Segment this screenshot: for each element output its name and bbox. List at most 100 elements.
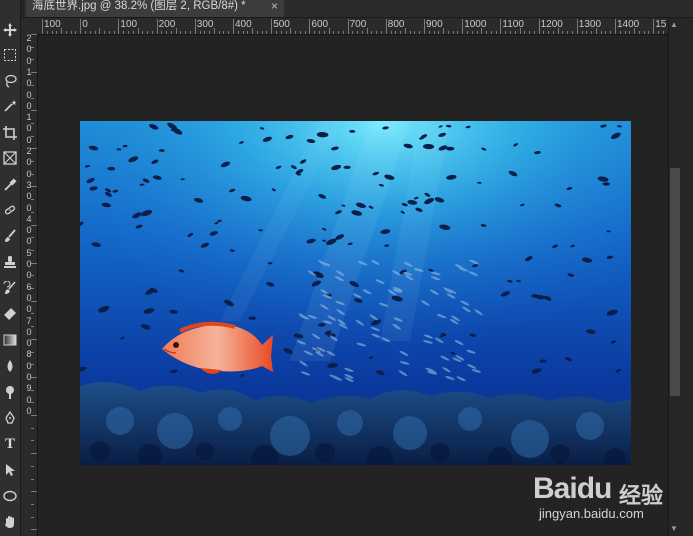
marquee-tool-icon[interactable]	[1, 46, 19, 64]
ruler-minor-tick	[457, 31, 459, 34]
ruler-minor-tick	[414, 31, 416, 34]
ruler-minor-tick	[648, 31, 650, 34]
ruler-label: 100	[44, 19, 61, 30]
ruler-major-tick	[80, 19, 82, 34]
frame-tool-icon[interactable]	[1, 149, 19, 167]
close-icon[interactable]: ×	[271, 0, 278, 13]
lasso-tool-icon[interactable]	[1, 72, 19, 90]
ruler-major-tick	[271, 19, 273, 34]
ruler-label: 0	[26, 123, 32, 134]
ruler-minor-tick	[552, 31, 554, 34]
pen-tool-icon[interactable]	[1, 409, 19, 427]
move-tool-icon[interactable]	[1, 21, 19, 39]
ruler-major-tick	[118, 19, 120, 34]
ruler-minor-tick	[228, 31, 230, 34]
document-tab[interactable]: 海底世界.jpg @ 38.2% (图层 2, RGB/8#) * ×	[26, 0, 284, 17]
ruler-minor-tick	[199, 31, 201, 34]
scroll-up-icon[interactable]: ▲	[670, 20, 678, 29]
ruler-minor-tick	[562, 31, 564, 34]
ruler-tick	[31, 97, 34, 99]
ruler-minor-tick	[51, 31, 53, 34]
ruler-minor-tick	[323, 31, 325, 34]
ruler-minor-tick	[452, 31, 454, 34]
ruler-minor-tick	[314, 31, 316, 34]
ruler-label: 0	[26, 338, 32, 349]
healing-brush-tool-icon[interactable]	[1, 201, 19, 219]
ruler-minor-tick	[318, 31, 320, 34]
ruler-label: 0	[26, 236, 32, 247]
ruler-label: 0	[26, 259, 32, 269]
history-brush-tool-icon[interactable]	[1, 279, 19, 297]
ruler-minor-tick	[376, 31, 378, 34]
watermark-url: jingyan.baidu.com	[539, 506, 644, 521]
magic-wand-tool-icon[interactable]	[1, 97, 19, 115]
ruler-minor-tick	[438, 31, 440, 34]
ruler-minor-tick	[591, 31, 593, 34]
ruler-minor-tick	[567, 31, 569, 34]
ruler-label: 7	[26, 315, 32, 326]
ruler-tick	[31, 84, 34, 86]
ruler-minor-tick	[662, 31, 664, 34]
ruler-major-tick	[156, 19, 158, 34]
ruler-label: 0	[26, 157, 32, 168]
ruler-minor-tick	[190, 31, 192, 34]
vertical-scrollbar[interactable]: ▲ ▼	[668, 18, 693, 536]
ruler-tick	[31, 415, 37, 416]
horizontal-ruler[interactable]: 100 0 100 200 300 400 500 600 700 800 900 1000 1100 1…	[38, 18, 668, 35]
ruler-tick	[31, 338, 37, 340]
vertical-ruler[interactable]: 2001000100200300400500600700800900	[21, 34, 38, 536]
ruler-minor-tick	[433, 31, 435, 34]
ruler-minor-tick	[132, 31, 134, 34]
ruler-label: 300	[196, 19, 214, 30]
ruler-minor-tick	[147, 31, 149, 34]
ruler-minor-tick	[605, 31, 607, 34]
ruler-label: 700	[349, 19, 367, 30]
type-tool-icon[interactable]: T	[1, 435, 19, 453]
ruler-tick	[31, 186, 37, 188]
ruler-label: 0	[26, 78, 32, 89]
scrollbar-thumb[interactable]	[670, 168, 680, 396]
ruler-minor-tick	[400, 31, 402, 34]
document-canvas-image[interactable]	[80, 121, 631, 465]
ruler-tick	[31, 122, 34, 124]
ruler-tick	[31, 135, 34, 137]
ruler-minor-tick	[170, 31, 172, 34]
ruler-tick	[31, 376, 37, 378]
dodge-tool-icon[interactable]	[1, 383, 19, 401]
eraser-tool-icon[interactable]	[1, 305, 19, 323]
ruler-minor-tick	[46, 31, 48, 34]
ruler-minor-tick	[428, 31, 430, 34]
ruler-label: 1100	[502, 19, 524, 30]
brush-tool-icon[interactable]	[1, 227, 19, 245]
document-tab-bar: 海底世界.jpg @ 38.2% (图层 2, RGB/8#) * ×	[24, 0, 693, 18]
path-selection-tool-icon[interactable]	[1, 461, 19, 479]
clone-stamp-tool-icon[interactable]	[1, 253, 19, 271]
hand-tool-icon[interactable]	[1, 513, 19, 531]
ellipse-tool-icon[interactable]	[1, 487, 19, 505]
ruler-minor-tick	[209, 31, 211, 34]
ruler-origin[interactable]	[21, 18, 38, 34]
ruler-tick	[31, 313, 34, 315]
ruler-tick	[31, 516, 34, 518]
ruler-tick	[31, 59, 34, 61]
ruler-tick	[31, 262, 37, 264]
ruler-minor-tick	[280, 31, 282, 34]
ruler-minor-tick	[99, 28, 101, 34]
blur-tool-icon[interactable]	[1, 357, 19, 375]
ruler-label: 500	[273, 19, 290, 30]
ruler-tick	[31, 199, 34, 201]
crop-tool-icon[interactable]	[1, 124, 19, 142]
ruler-minor-tick	[404, 28, 406, 34]
ruler-minor-tick	[529, 31, 531, 34]
ruler-tick	[31, 478, 34, 480]
baidu-jingyan-watermark: Baidu 经验 jingyan.baidu.com	[533, 466, 673, 528]
gradient-tool-icon[interactable]	[1, 331, 19, 349]
ruler-label: 0	[26, 326, 32, 337]
ruler-tick	[31, 173, 34, 175]
ruler-minor-tick	[266, 31, 268, 34]
watermark-brand: Bai	[533, 472, 578, 505]
ruler-major-tick	[576, 19, 578, 34]
eyedropper-tool-icon[interactable]	[1, 176, 19, 194]
ruler-minor-tick	[237, 31, 239, 34]
ruler-minor-tick	[476, 31, 478, 34]
